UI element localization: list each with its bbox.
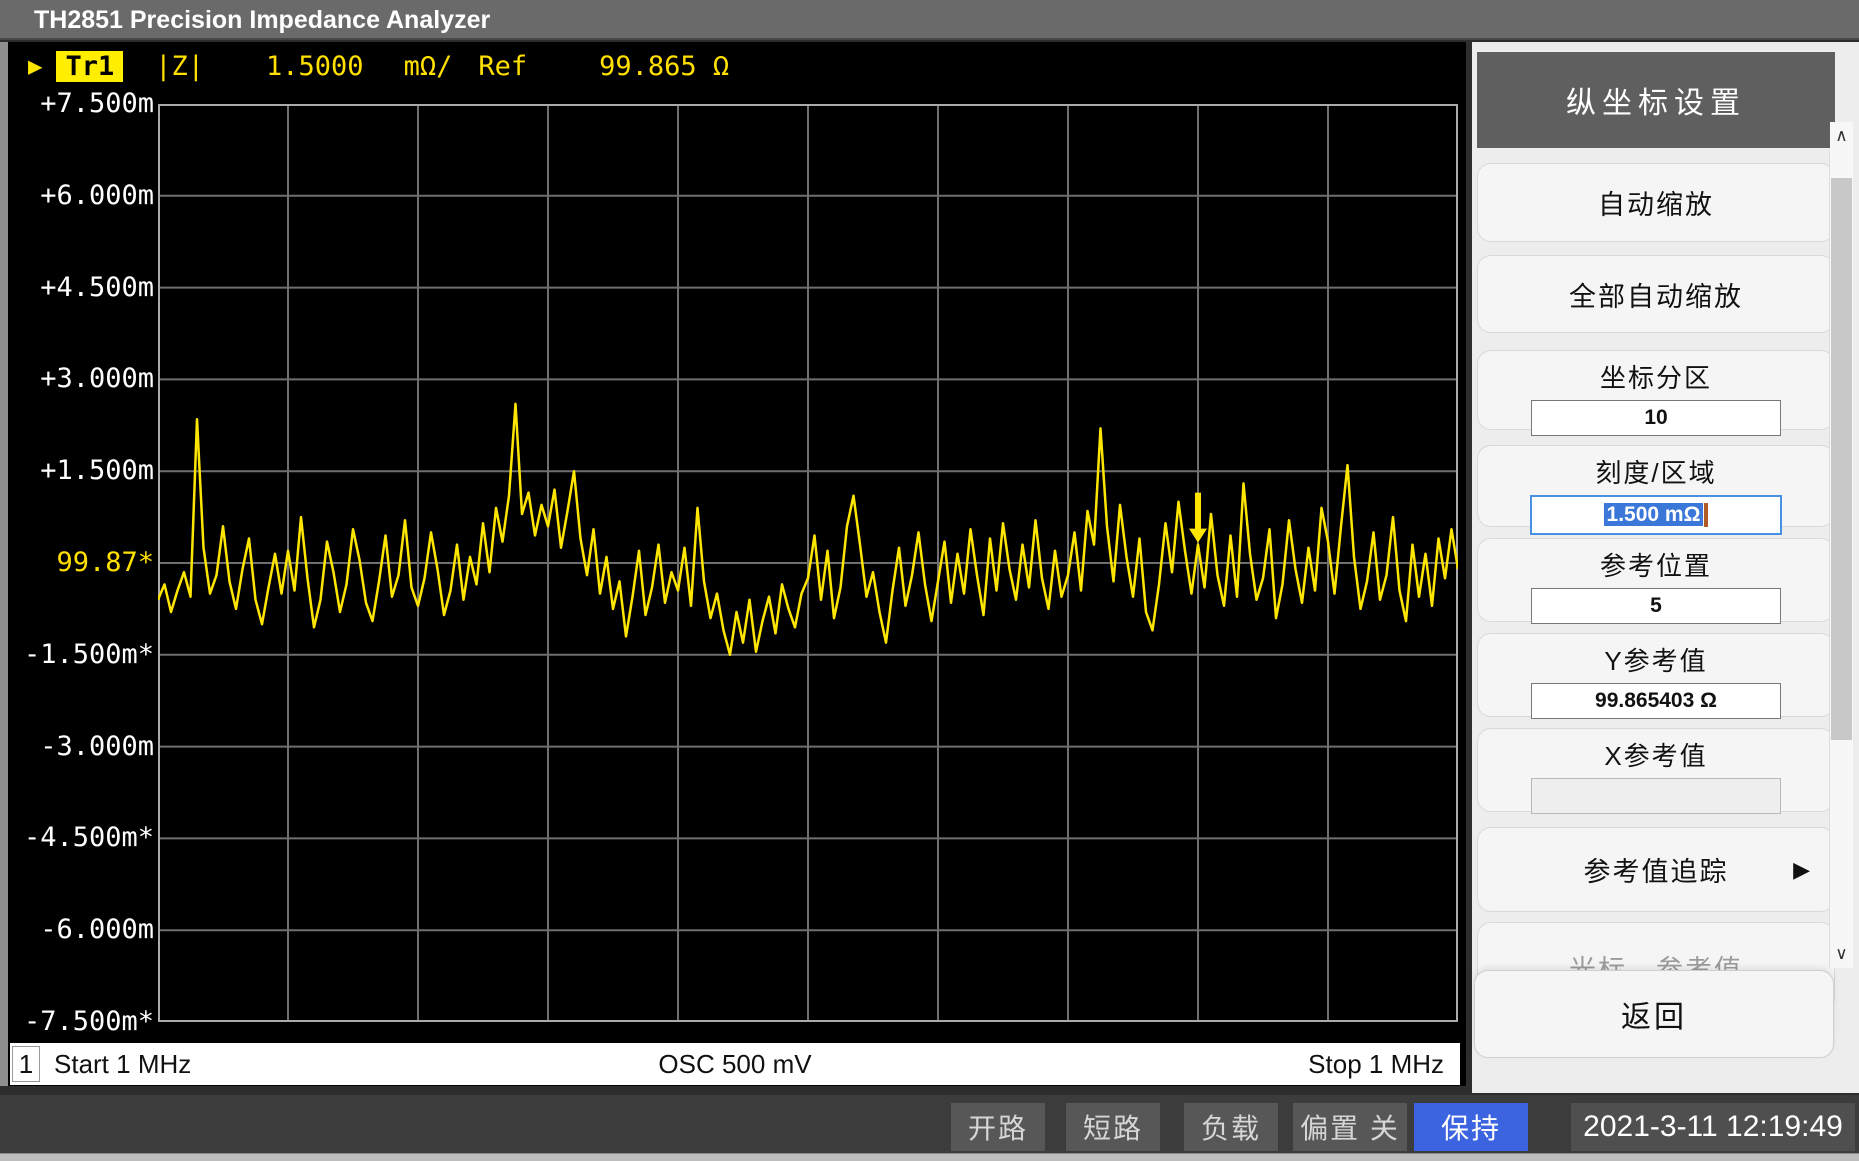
trace-scale-value: 1.5000 [266, 51, 364, 82]
marker-down-arrow-icon [1189, 493, 1207, 543]
y-axis-tick-label: -1.500m* [8, 638, 154, 672]
y-axis-tick-label: -4.500m* [8, 821, 154, 855]
trace-scale-unit: mΩ/ [404, 51, 453, 82]
trace-ref-value: 99.865 Ω [599, 51, 729, 82]
reference-position: 参考位置 5 [1477, 538, 1835, 622]
axis-divisions: 坐标分区10 [1477, 350, 1835, 430]
status-bar: 开路短路负载偏置 关保持 2021-3-11 12:19:49 [0, 1095, 1859, 1153]
plot-area [158, 104, 1458, 1022]
scroll-up-icon[interactable]: ∧ [1830, 122, 1853, 150]
y-axis-reference-label: 99.87* [8, 546, 154, 580]
y-axis-tick-label: +6.000m [8, 179, 154, 213]
trace-ref-label: Ref [478, 51, 527, 82]
x-reference-value-input[interactable] [1531, 778, 1781, 814]
y-axis-tick-label: +7.500m [8, 87, 154, 121]
group-label: 刻度/区域 [1478, 453, 1834, 490]
trace-info-bar: ▶ Tr1 |Z| 1.5000 mΩ/ Ref 99.865 Ω [8, 47, 1466, 85]
active-trace-pointer-icon: ▶ [28, 52, 42, 80]
y-reference-value-input[interactable]: 99.865403 Ω [1531, 683, 1781, 719]
group-label: 全部自动缩放 [1478, 275, 1834, 314]
selected-text: 1.500 mΩ [1604, 503, 1704, 526]
reference-position-input[interactable]: 5 [1531, 588, 1781, 624]
window-bottom-edge [0, 1153, 1859, 1161]
y-axis-tick-label: +4.500m [8, 271, 154, 305]
axis-divisions-input[interactable]: 10 [1531, 400, 1781, 436]
y-reference-value: Y参考值 99.865403 Ω [1477, 633, 1835, 717]
trace-parameter: |Z| [155, 51, 204, 82]
open-correction-button[interactable]: 开路 [951, 1103, 1045, 1151]
group-label: 坐标分区 [1478, 358, 1834, 395]
window-title: TH2851 Precision Impedance Analyzer [0, 0, 1859, 40]
y-axis-tick-label: +1.500m [8, 454, 154, 488]
osc-level-label: OSC 500 mV [10, 1049, 1460, 1080]
y-axis-tick-label: -3.000m [8, 730, 154, 764]
group-label: X参考值 [1478, 736, 1834, 773]
scale-per-division-input[interactable]: 1.500 mΩ [1530, 495, 1782, 535]
trace-name-badge[interactable]: Tr1 [56, 51, 123, 82]
back-button[interactable]: 返回 [1474, 970, 1834, 1058]
hold-button[interactable]: 保持 [1414, 1103, 1528, 1151]
panel-scrollbar[interactable]: ∧ ∨ [1829, 150, 1853, 968]
impedance-grid [158, 104, 1458, 1022]
chart-panel: ▶ Tr1 |Z| 1.5000 mΩ/ Ref 99.865 Ω +7.500… [8, 42, 1466, 1086]
bias-off-button[interactable]: 偏置 关 [1293, 1103, 1407, 1151]
sweep-stop-label: Stop 1 MHz [1308, 1049, 1444, 1080]
y-axis-tick-label: -6.000m [8, 913, 154, 947]
submenu-arrow-icon: ▶ [1793, 857, 1810, 883]
group-label: Y参考值 [1478, 641, 1834, 678]
short-correction-button[interactable]: 短路 [1066, 1103, 1160, 1151]
auto-scale-all-button[interactable]: 全部自动缩放 [1477, 255, 1835, 333]
y-axis-tick-label: +3.000m [8, 362, 154, 396]
sweep-status-row: 1 Start 1 MHz OSC 500 mV Stop 1 MHz [10, 1043, 1460, 1085]
panel-title: 纵坐标设置 [1477, 52, 1835, 148]
text-caret [1704, 503, 1708, 527]
y-axis-tick-label: -7.500m* [8, 1005, 154, 1039]
scrollbar-thumb[interactable] [1831, 178, 1852, 740]
group-label: 参考值追踪 [1478, 850, 1834, 889]
scroll-down-icon[interactable]: ∨ [1830, 940, 1853, 968]
scale-per-division: 刻度/区域 1.500 mΩ [1477, 445, 1835, 527]
vertical-axis-settings-panel: 纵坐标设置 自动缩放全部自动缩放坐标分区10刻度/区域1.500 mΩ参考位置5… [1472, 42, 1859, 1093]
clock: 2021-3-11 12:19:49 [1571, 1103, 1855, 1151]
load-correction-button[interactable]: 负载 [1184, 1103, 1278, 1151]
group-label: 自动缩放 [1478, 183, 1834, 222]
x-reference-value: X参考值 [1477, 728, 1835, 812]
auto-scale-button[interactable]: 自动缩放 [1477, 163, 1835, 242]
group-label: 参考位置 [1478, 546, 1834, 583]
reference-tracking-button[interactable]: 参考值追踪▶ [1477, 827, 1835, 912]
